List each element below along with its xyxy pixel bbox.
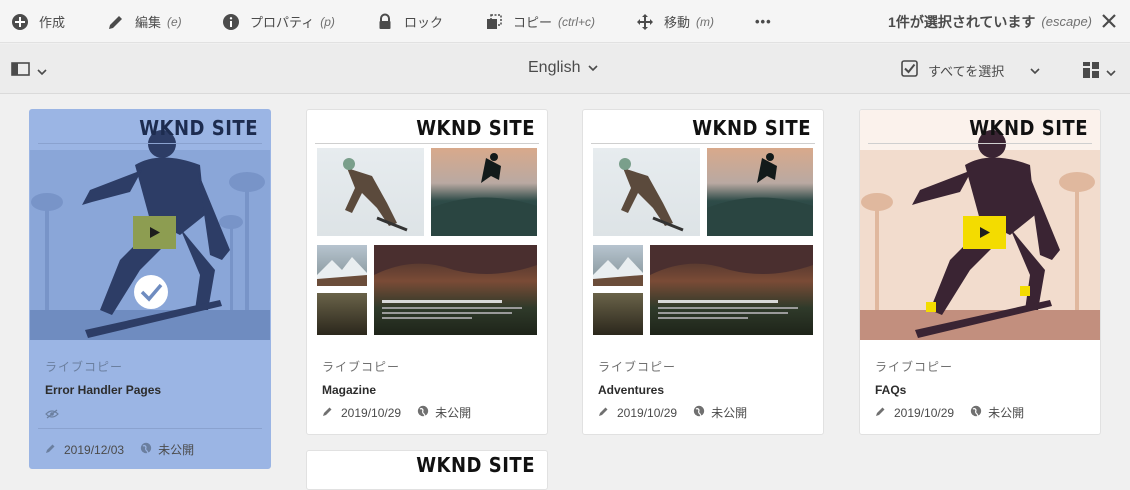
close-selection-icon[interactable]: [1100, 12, 1118, 30]
brand-logo: WKND SITE: [139, 116, 258, 141]
move-arrows-icon: [636, 13, 654, 31]
brand-logo: WKND SITE: [416, 116, 535, 141]
properties-button[interactable]: プロパティ (p): [222, 0, 335, 43]
view-switcher[interactable]: [1082, 61, 1116, 84]
page-card[interactable]: WKND SITE: [306, 450, 548, 490]
modified-date: 2019/10/29: [894, 405, 955, 420]
divider: [315, 143, 539, 144]
edit-shortcut: (e): [167, 14, 182, 29]
modified-date: 2019/10/29: [341, 405, 402, 420]
divider: [38, 143, 262, 144]
divider: [38, 428, 262, 429]
card-footer: 2019/10/29 未公開: [322, 404, 471, 421]
page-card[interactable]: WKND SITE ライブコピー Magazine 2019/10/29 未公開: [306, 109, 548, 435]
pencil-icon: [107, 13, 125, 31]
card-info: ライブコピー FAQs: [875, 358, 953, 397]
divider: [868, 143, 1092, 144]
card-view-icon: [1082, 61, 1100, 84]
card-footer: 2019/10/29 未公開: [875, 404, 1024, 421]
pencil-icon: [875, 406, 886, 420]
rail-toggle-button[interactable]: [11, 61, 47, 82]
copy-label: コピー: [513, 15, 553, 30]
move-shortcut: (m): [696, 14, 715, 29]
selection-count-text: 1件が選択されています: [888, 13, 1036, 30]
move-label: 移動: [664, 15, 691, 30]
selection-status: 1件が選択されています (escape): [888, 0, 1092, 43]
create-label: 作成: [39, 15, 66, 30]
card-type: ライブコピー: [322, 360, 401, 374]
side-panel-icon: [11, 61, 31, 82]
lock-button[interactable]: ロック: [376, 0, 443, 43]
language-selector[interactable]: English: [528, 59, 599, 77]
globe-icon: [970, 405, 982, 420]
chevron-down-icon: [588, 59, 599, 77]
hidden-eye-icon: [45, 406, 59, 424]
card-title: Error Handler Pages: [45, 383, 162, 397]
page-card[interactable]: WKND SITE ライブコピー Adventures 2019/10/29 未…: [582, 109, 824, 435]
card-footer: 2019/10/29 未公開: [598, 404, 747, 421]
properties-label: プロパティ: [250, 15, 315, 30]
card-footer: 2019/12/03 未公開: [45, 441, 194, 458]
pencil-icon: [322, 406, 333, 420]
more-actions-button[interactable]: •••: [755, 0, 772, 43]
chevron-down-icon: [1030, 63, 1040, 78]
page-thumbnail: WKND SITE: [307, 110, 547, 340]
pencil-icon: [45, 443, 56, 457]
select-all-button[interactable]: すべてを選択: [901, 60, 1040, 80]
pencil-icon: [598, 406, 609, 420]
edit-button[interactable]: 編集 (e): [107, 0, 182, 43]
create-button[interactable]: 作成: [11, 0, 65, 43]
toolbar: English すべてを選択: [0, 44, 1130, 94]
copy-button[interactable]: コピー (ctrl+c): [485, 0, 595, 43]
modified-date: 2019/12/03: [64, 442, 125, 457]
page-thumbnail: WKND SITE: [860, 110, 1100, 340]
card-type: ライブコピー: [598, 360, 677, 374]
brand-logo: WKND SITE: [692, 116, 811, 141]
chevron-down-icon: [37, 63, 47, 81]
lock-icon: [376, 13, 394, 31]
card-title: Magazine: [322, 383, 377, 397]
move-button[interactable]: 移動 (m): [636, 0, 714, 43]
globe-icon: [417, 405, 429, 420]
globe-icon: [693, 405, 705, 420]
properties-shortcut: (p): [320, 14, 335, 29]
copy-shortcut: (ctrl+c): [558, 14, 596, 29]
card-title: Adventures: [598, 383, 665, 397]
publish-status: 未公開: [711, 406, 748, 420]
action-bar: 作成 編集 (e) プロパティ (p) ロック コピー (ctrl+c) 移動 …: [0, 0, 1130, 43]
page-thumbnail: WKND SITE: [583, 110, 823, 340]
card-type: ライブコピー: [875, 360, 954, 374]
more-icon: •••: [755, 14, 772, 29]
card-info: ライブコピー Magazine: [322, 358, 400, 397]
chevron-down-icon: [1106, 64, 1116, 82]
modified-date: 2019/10/29: [617, 405, 678, 420]
divider: [591, 143, 815, 144]
publish-status: 未公開: [435, 406, 472, 420]
lock-label: ロック: [404, 15, 444, 30]
card-title: FAQs: [875, 383, 907, 397]
escape-hint: (escape): [1041, 14, 1092, 29]
edit-label: 編集: [135, 15, 162, 30]
publish-status: 未公開: [988, 406, 1025, 420]
globe-icon: [140, 442, 152, 457]
select-all-label: すべてを選択: [928, 63, 1005, 79]
language-label: English: [528, 59, 581, 76]
copy-icon: [485, 13, 503, 31]
brand-logo: WKND SITE: [416, 453, 535, 478]
add-circle-icon: [11, 13, 29, 31]
card-info: ライブコピー Error Handler Pages: [45, 358, 161, 397]
card-type: ライブコピー: [45, 360, 124, 374]
publish-status: 未公開: [158, 443, 195, 457]
page-card[interactable]: WKND SITE ライブコピー FAQs 2019/10/29 未公開: [859, 109, 1101, 435]
page-thumbnail: WKND SITE: [30, 110, 270, 340]
checkbox-checked-icon: [901, 60, 918, 80]
card-info: ライブコピー Adventures: [598, 358, 676, 397]
info-icon: [222, 13, 240, 31]
brand-logo: WKND SITE: [969, 116, 1088, 141]
page-card[interactable]: WKND SITE ライブコピー Error Handler Pages 201…: [29, 109, 271, 469]
